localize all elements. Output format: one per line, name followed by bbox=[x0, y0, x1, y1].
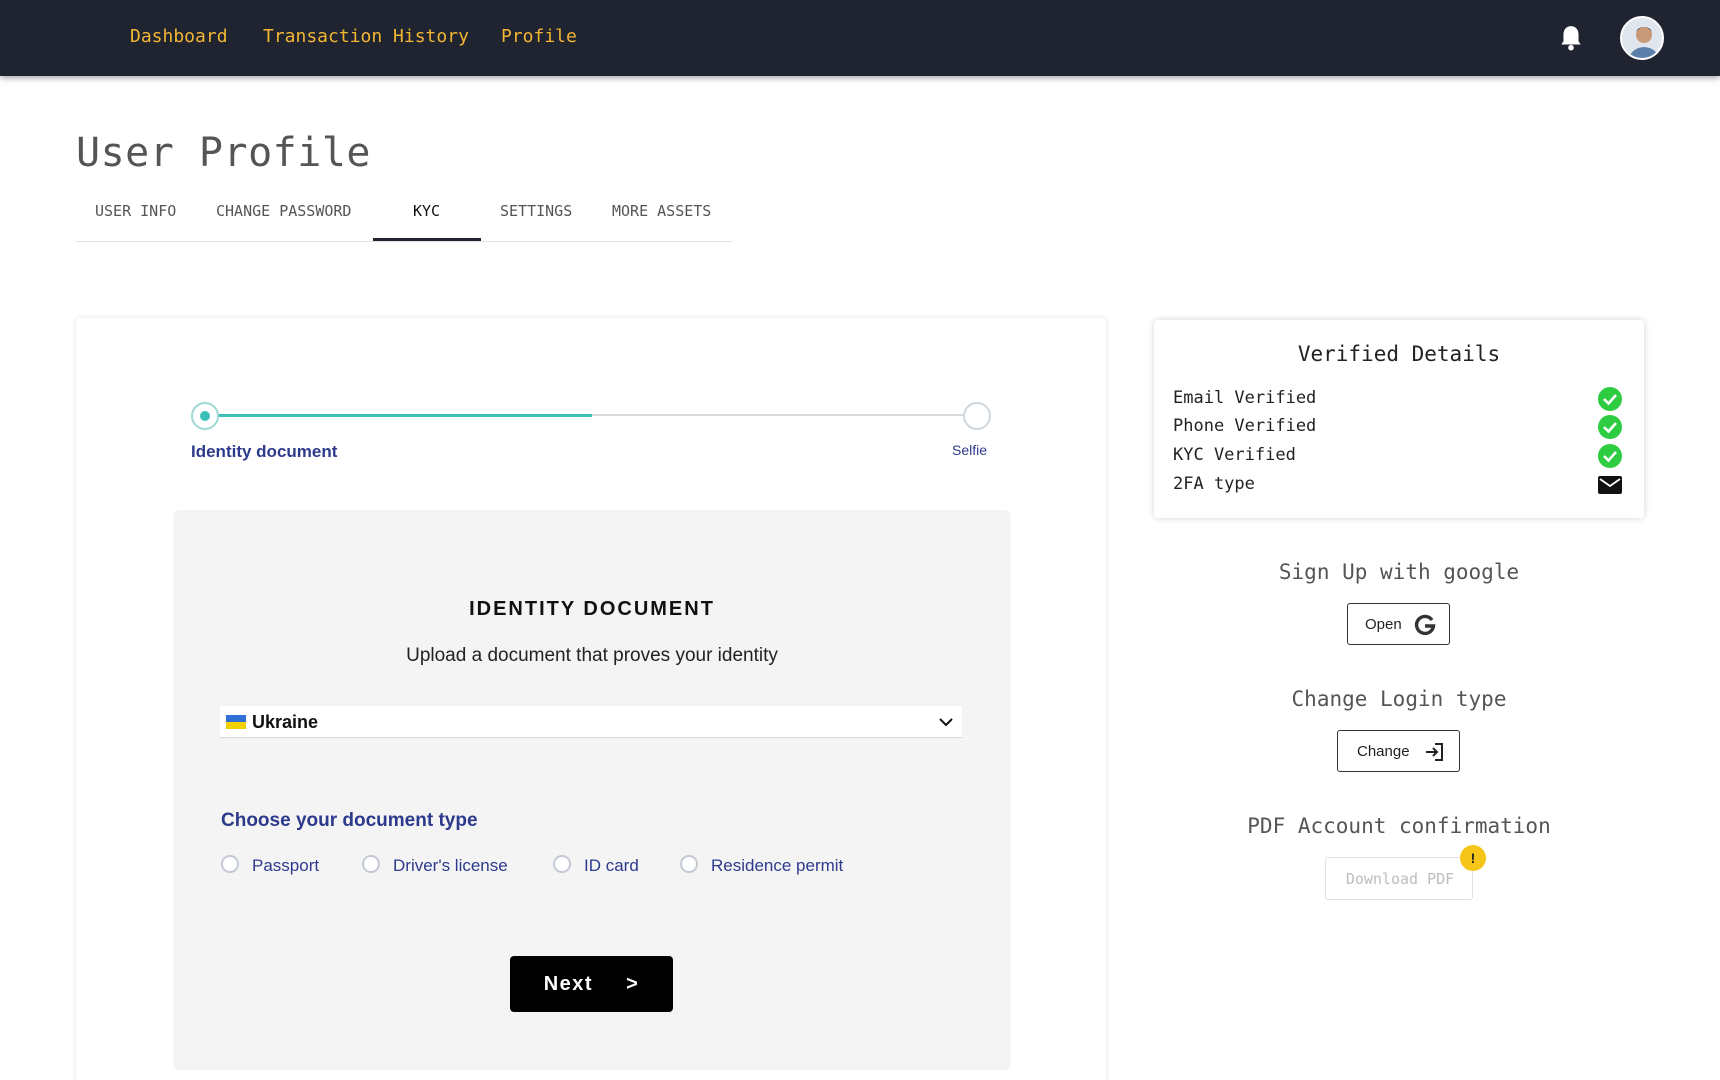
active-tab-indicator bbox=[373, 238, 481, 241]
nav-link-dashboard[interactable]: Dashboard bbox=[130, 26, 228, 47]
radio-circle[interactable] bbox=[362, 855, 380, 873]
change-login-button[interactable]: Change bbox=[1337, 730, 1460, 772]
check-circle-icon bbox=[1598, 415, 1622, 439]
step-identity-dot bbox=[191, 402, 219, 430]
pdf-confirmation-heading: PDF Account confirmation bbox=[1247, 814, 1551, 838]
check-circle-icon bbox=[1598, 387, 1622, 411]
bell-icon[interactable] bbox=[1558, 24, 1584, 52]
login-arrow-icon bbox=[1426, 743, 1443, 761]
chevron-down-icon bbox=[939, 718, 953, 727]
tab-settings[interactable]: SETTINGS bbox=[500, 202, 572, 220]
identity-document-subheading: Upload a document that proves your ident… bbox=[406, 645, 778, 666]
user-avatar[interactable] bbox=[1620, 16, 1664, 60]
radio-circle[interactable] bbox=[553, 855, 571, 873]
download-pdf-button[interactable]: Download PDF bbox=[1325, 857, 1473, 900]
tab-more-assets[interactable]: MORE ASSETS bbox=[612, 202, 711, 220]
nav-link-profile[interactable]: Profile bbox=[501, 26, 577, 47]
radio-circle[interactable] bbox=[680, 855, 698, 873]
download-pdf-label: Download PDF bbox=[1345, 870, 1455, 888]
kyc-verified-label: KYC Verified bbox=[1173, 445, 1296, 465]
step-selfie-label: Selfie bbox=[952, 442, 988, 458]
email-verified-label: Email Verified bbox=[1173, 388, 1317, 408]
step-identity-label: Identity document bbox=[191, 442, 338, 461]
mail-icon bbox=[1598, 476, 1622, 494]
change-login-label: Change bbox=[1357, 743, 1410, 760]
next-button[interactable]: Next > bbox=[510, 956, 673, 1012]
page-title: User Profile bbox=[76, 130, 371, 176]
ukraine-flag-icon bbox=[226, 715, 246, 729]
country-select-value: Ukraine bbox=[252, 712, 319, 732]
profile-tabs: USER INFO CHANGE PASSWORD KYC SETTINGS M… bbox=[76, 196, 732, 242]
nav-link-transaction-history[interactable]: Transaction History bbox=[263, 26, 469, 47]
tab-user-info[interactable]: USER INFO bbox=[95, 202, 176, 220]
radio-label: ID card bbox=[584, 856, 639, 875]
radio-label: Passport bbox=[252, 856, 320, 875]
warning-badge-icon: ! bbox=[1460, 845, 1486, 871]
document-type-label: Choose your document type bbox=[221, 810, 478, 831]
next-arrow-icon: > bbox=[626, 973, 640, 995]
google-open-button[interactable]: Open bbox=[1347, 603, 1450, 645]
stepper-progress bbox=[208, 414, 592, 417]
google-open-label: Open bbox=[1365, 616, 1402, 633]
step-selfie-dot bbox=[963, 402, 991, 430]
radio-circle[interactable] bbox=[221, 855, 239, 873]
google-icon bbox=[1414, 614, 1436, 636]
top-navbar: Dashboard Transaction History Profile bbox=[0, 0, 1720, 76]
identity-document-heading: IDENTITY DOCUMENT bbox=[469, 598, 715, 620]
radio-label: Driver's license bbox=[393, 856, 508, 875]
next-button-label: Next bbox=[543, 973, 594, 995]
check-circle-icon bbox=[1598, 444, 1622, 468]
2fa-type-label: 2FA type bbox=[1173, 474, 1255, 494]
tab-kyc[interactable]: KYC bbox=[413, 202, 440, 220]
tab-change-password[interactable]: CHANGE PASSWORD bbox=[216, 202, 351, 220]
radio-label: Residence permit bbox=[711, 856, 844, 875]
phone-verified-label: Phone Verified bbox=[1173, 416, 1317, 436]
verified-details-title: Verified Details bbox=[1297, 342, 1501, 366]
google-signup-heading: Sign Up with google bbox=[1278, 560, 1520, 584]
country-select[interactable]: Ukraine bbox=[220, 706, 962, 738]
change-login-heading: Change Login type bbox=[1291, 687, 1507, 711]
